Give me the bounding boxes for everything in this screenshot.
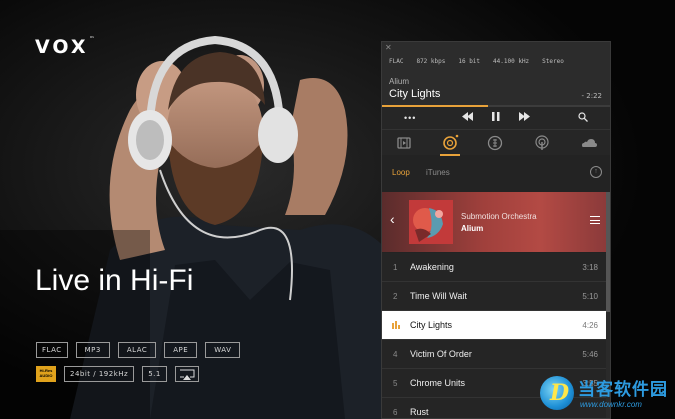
search-icon — [578, 112, 588, 122]
album-artist: Submotion Orchestra — [461, 212, 537, 221]
vox-player-window: ✕ FLAC 872 kbps 16 bit 44.100 kHz Stereo… — [381, 41, 611, 419]
more-button[interactable]: ••• — [404, 112, 416, 124]
tab-loop[interactable]: Loop — [392, 168, 410, 177]
track-duration: 4:26 — [582, 321, 598, 330]
pause-icon — [492, 112, 500, 121]
radio-icon[interactable] — [533, 134, 551, 152]
airplay-icon — [174, 366, 199, 382]
next-icon — [519, 112, 530, 121]
format-badge: WAV — [205, 342, 241, 358]
pause-button[interactable] — [492, 112, 500, 125]
format-badges-row: FLAC MP3 ALAC APE WAV — [36, 342, 241, 358]
track-name: Chrome Units — [410, 378, 466, 388]
format-badge: ALAC — [117, 342, 157, 358]
bitrate-label: 872 kbps — [416, 58, 446, 65]
format-badge: MP3 — [75, 342, 110, 358]
track-name: Awakening — [410, 262, 454, 272]
menu-icon[interactable] — [590, 216, 600, 224]
next-button[interactable] — [519, 112, 530, 125]
bitdepth-label: 16 bit — [458, 58, 481, 65]
album-title: Alium — [461, 224, 484, 233]
track-row[interactable]: 1 Awakening 3:18 — [382, 253, 608, 282]
bitrate-badge: 24bit / 192kHz — [64, 366, 135, 382]
soundcloud-icon[interactable] — [580, 134, 598, 152]
now-playing-bar: ✕ FLAC 872 kbps 16 bit 44.100 kHz Stereo… — [382, 42, 610, 111]
channels-label: Stereo — [542, 58, 564, 65]
track-row[interactable]: 2 Time Will Wait 5:10 — [382, 282, 608, 311]
track-number: 5 — [393, 379, 398, 388]
track-name: Time Will Wait — [410, 291, 467, 301]
now-playing-title: City Lights — [389, 88, 441, 100]
equalizer-icon — [392, 321, 402, 329]
track-name: Victim Of Order — [410, 349, 472, 359]
library-tabs: Loop iTunes ↑ — [382, 162, 610, 186]
track-duration: 5:46 — [582, 350, 598, 359]
track-row-playing[interactable]: City Lights 4:26 — [382, 311, 608, 340]
loop-icon[interactable] — [441, 134, 459, 152]
track-duration: 5:10 — [582, 292, 598, 301]
search-button[interactable] — [578, 112, 588, 126]
spec-badges-row: Hi-Res AUDIO 24bit / 192kHz 5.1 — [36, 366, 199, 382]
playback-controls: ••• — [382, 107, 610, 129]
samplerate-label: 44.100 kHz — [493, 58, 530, 65]
active-source-indicator — [440, 154, 460, 156]
track-row[interactable]: 4 Victim Of Order 5:46 — [382, 340, 608, 369]
track-number: 2 — [393, 292, 398, 301]
format-badge: APE — [164, 342, 198, 358]
previous-button[interactable] — [462, 112, 473, 125]
previous-icon — [462, 112, 473, 121]
track-duration: 3:18 — [582, 263, 598, 272]
vox-logo: VOX™ — [35, 36, 95, 58]
remaining-time: - 2:22 — [581, 92, 602, 100]
scrollbar-thumb[interactable] — [606, 192, 610, 312]
site-watermark: D 当客软件园 www.downkr.com — [540, 373, 675, 419]
track-name: Rust — [410, 407, 429, 417]
arrow-up-icon[interactable]: ↑ — [590, 166, 602, 178]
track-number: 4 — [393, 350, 398, 359]
close-icon[interactable]: ✕ — [385, 43, 392, 52]
track-name: City Lights — [410, 320, 453, 330]
watermark-text: 当客软件园 — [578, 380, 668, 400]
now-playing-album: Alium — [389, 77, 410, 86]
watermark-logo: D — [540, 376, 574, 410]
album-header: ‹ Submotion Orchestra Alium — [382, 192, 608, 252]
itunes-icon[interactable] — [486, 134, 504, 152]
back-button[interactable]: ‹ — [390, 211, 395, 227]
surround-badge: 5.1 — [142, 366, 167, 382]
hires-audio-badge: Hi-Res AUDIO — [36, 366, 56, 382]
playlist-icon[interactable] — [395, 134, 413, 152]
format-badge: FLAC — [36, 342, 68, 358]
audio-meta: FLAC 872 kbps 16 bit 44.100 kHz Stereo — [389, 58, 577, 65]
source-bar — [382, 129, 610, 156]
codec-label: FLAC — [389, 58, 404, 65]
watermark-url: www.downkr.com — [580, 400, 642, 409]
track-number: 1 — [393, 263, 398, 272]
tagline: Live in Hi-Fi — [35, 264, 194, 297]
track-number: 6 — [393, 408, 398, 417]
tab-itunes[interactable]: iTunes — [426, 168, 450, 177]
album-cover — [409, 200, 453, 244]
